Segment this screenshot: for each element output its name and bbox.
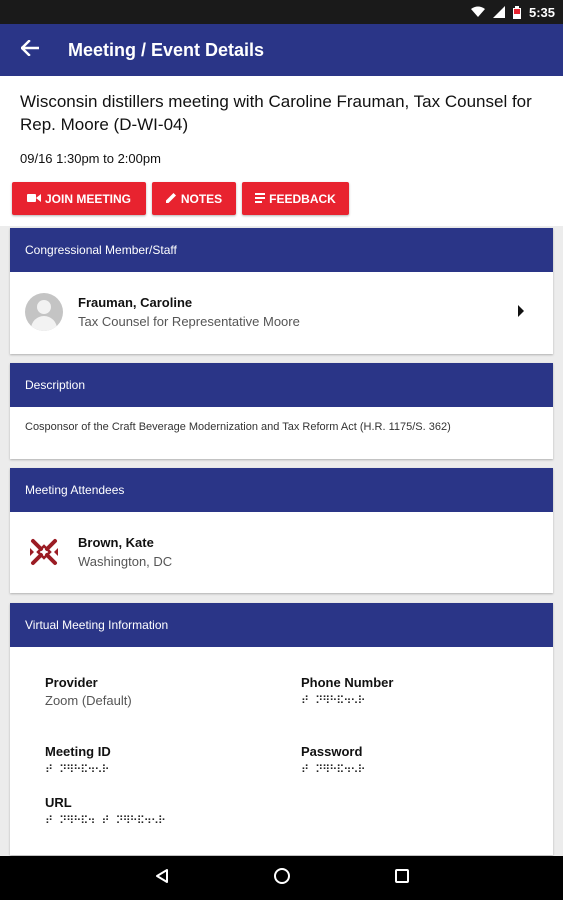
feedback-button[interactable]: FEEDBACK xyxy=(242,182,349,215)
back-button[interactable] xyxy=(0,24,60,76)
attendee-text: Brown, Kate Washington, DC xyxy=(78,535,172,569)
description-card: Description Cosponsor of the Craft Bever… xyxy=(10,363,553,459)
circle-home-icon xyxy=(273,867,291,890)
attendees-card-header: Meeting Attendees xyxy=(10,468,553,512)
notes-label: NOTES xyxy=(180,191,223,206)
nav-back-button[interactable] xyxy=(102,856,222,900)
arrow-left-icon xyxy=(20,38,40,61)
attendee-location: Washington, DC xyxy=(78,554,173,569)
attendees-card: Meeting Attendees Brown, Kate Washington… xyxy=(10,468,553,593)
video-camera-icon xyxy=(26,192,41,206)
avatar xyxy=(25,293,63,331)
url-field: URL ⠞⠀⠝⠻⠓⠯⠲⠀⠞⠀⠝⠻⠓⠯⠲⠢⠗ xyxy=(45,795,166,827)
phone-value[interactable]: ⠞⠀⠝⠻⠓⠯⠲⠢⠗ xyxy=(301,694,393,707)
password-label: Password xyxy=(301,744,363,759)
password-field: Password ⠞⠀⠝⠻⠓⠯⠲⠢⠗ xyxy=(301,744,366,776)
chevron-right-icon xyxy=(517,304,525,322)
virtual-meeting-card: Virtual Meeting Information Provider Zoo… xyxy=(10,603,553,855)
attendee-name: Brown, Kate xyxy=(78,535,154,550)
action-buttons: JOIN MEETING NOTES FEEDBACK xyxy=(12,182,349,215)
phone-label: Phone Number xyxy=(301,675,394,690)
member-card-header: Congressional Member/Staff xyxy=(10,228,553,272)
list-icon xyxy=(255,192,266,206)
provider-label: Provider xyxy=(45,675,98,690)
notes-button[interactable]: NOTES xyxy=(152,182,236,215)
meeting-id-value: ⠞⠀⠝⠻⠓⠯⠲⠢⠗ xyxy=(45,763,110,776)
url-value[interactable]: ⠞⠀⠝⠻⠓⠯⠲⠀⠞⠀⠝⠻⠓⠯⠲⠢⠗ xyxy=(45,814,166,827)
signal-icon xyxy=(492,6,505,18)
password-value: ⠞⠀⠝⠻⠓⠯⠲⠢⠗ xyxy=(301,763,366,776)
url-label: URL xyxy=(45,795,72,810)
status-time: 5:35 xyxy=(528,4,555,20)
organization-logo xyxy=(25,533,63,571)
meeting-id-field: Meeting ID ⠞⠀⠝⠻⠓⠯⠲⠢⠗ xyxy=(45,744,111,776)
join-meeting-label: JOIN MEETING xyxy=(44,191,131,206)
description-card-header: Description xyxy=(10,363,553,407)
avatar-body-shape xyxy=(31,316,57,331)
meeting-time: 09/16 1:30pm to 2:00pm xyxy=(20,151,161,166)
provider-field: Provider Zoom (Default) xyxy=(45,675,132,708)
member-row[interactable]: Frauman, Caroline Tax Counsel for Repres… xyxy=(10,272,553,352)
status-bar: 5:35 xyxy=(0,0,563,24)
member-title: Tax Counsel for Representative Moore xyxy=(78,314,300,329)
triangle-back-icon xyxy=(154,868,170,889)
provider-value: Zoom (Default) xyxy=(45,693,132,708)
avatar-head-shape xyxy=(37,300,51,314)
member-name: Frauman, Caroline xyxy=(78,295,193,310)
description-text: Cosponsor of the Craft Beverage Moderniz… xyxy=(25,421,451,433)
wifi-icon xyxy=(470,6,485,18)
square-recents-icon xyxy=(394,868,410,889)
join-meeting-button[interactable]: JOIN MEETING xyxy=(12,182,146,215)
navigation-bar xyxy=(0,856,563,900)
member-card: Congressional Member/Staff Frauman, Caro… xyxy=(10,228,553,354)
meeting-id-label: Meeting ID xyxy=(45,744,111,759)
member-text: Frauman, Caroline Tax Counsel for Repres… xyxy=(78,295,300,329)
phone-field: Phone Number ⠞⠀⠝⠻⠓⠯⠲⠢⠗ xyxy=(301,675,393,707)
nav-home-button[interactable] xyxy=(222,856,342,900)
feedback-label: FEEDBACK xyxy=(269,191,336,206)
app-bar: Meeting / Event Details xyxy=(0,24,563,76)
nav-recents-button[interactable] xyxy=(342,856,462,900)
pencil-icon xyxy=(165,192,177,206)
battery-icon xyxy=(512,5,521,19)
content-area: Wisconsin distillers meeting with Caroli… xyxy=(0,76,563,856)
meeting-title: Wisconsin distillers meeting with Caroli… xyxy=(20,92,532,134)
attendee-row[interactable]: Brown, Kate Washington, DC xyxy=(10,512,553,592)
page-title: Meeting / Event Details xyxy=(68,39,265,60)
virtual-card-header: Virtual Meeting Information xyxy=(10,603,553,647)
